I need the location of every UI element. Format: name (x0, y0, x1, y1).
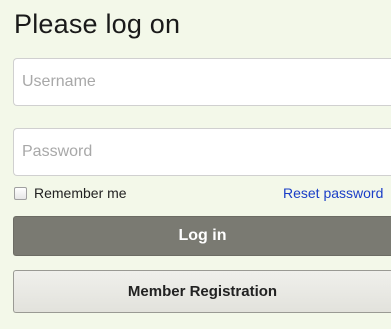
login-button[interactable]: Log in (13, 216, 391, 256)
member-registration-button[interactable]: Member Registration (13, 270, 391, 313)
login-panel: Please log on Remember me Reset password… (0, 0, 391, 329)
page-title: Please log on (14, 9, 181, 39)
remember-me-checkbox[interactable] (14, 186, 27, 200)
remember-me-label: Remember me (34, 185, 127, 201)
remember-me[interactable]: Remember me (14, 184, 127, 202)
username-input[interactable] (13, 58, 391, 106)
reset-password-link[interactable]: Reset password (283, 184, 383, 202)
password-input[interactable] (13, 128, 391, 176)
